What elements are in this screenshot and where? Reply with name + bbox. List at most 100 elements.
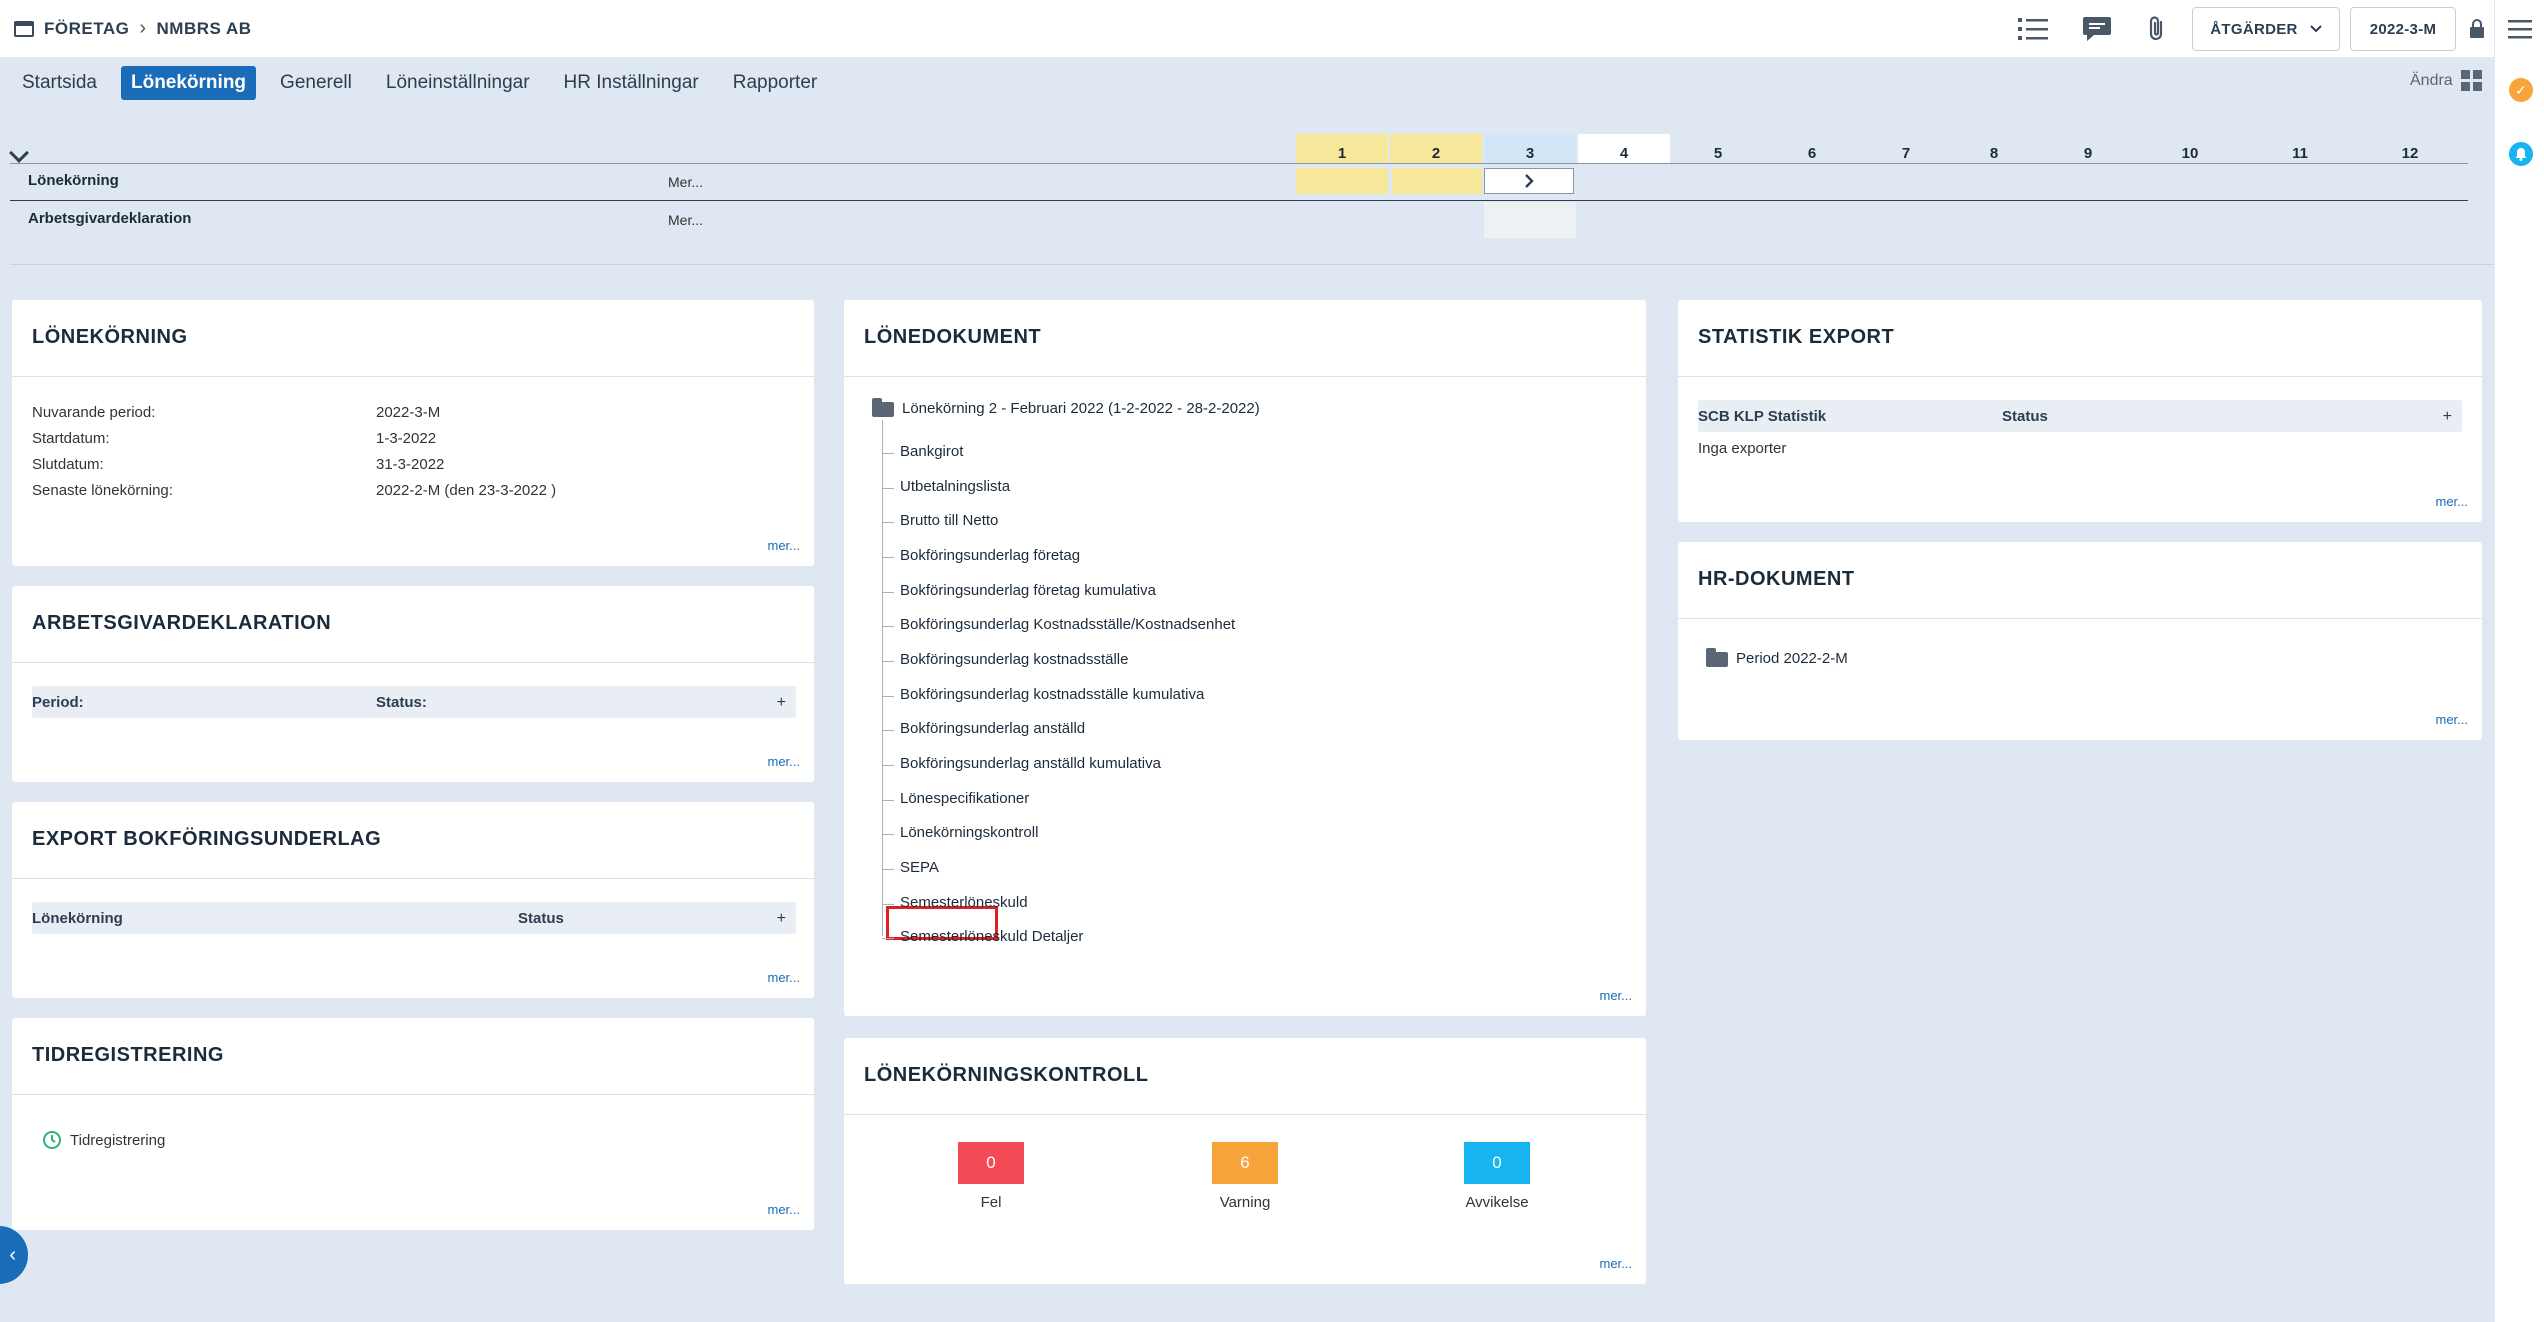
card-title: HR-DOKUMENT <box>1698 568 1855 590</box>
kv-value: 1-3-2022 <box>376 430 437 447</box>
actions-dropdown[interactable]: ÅTGÄRDER <box>2192 7 2340 51</box>
layout-grid-icon <box>2460 70 2482 91</box>
deviation-count-badge[interactable]: 0 <box>1464 1142 1530 1184</box>
document-link[interactable]: Bokföringsunderlag företag kumulativa <box>900 582 1156 599</box>
document-link[interactable]: Bokföringsunderlag företag <box>900 547 1080 564</box>
tree-branch <box>882 834 894 835</box>
more-link[interactable]: mer... <box>2435 712 2468 727</box>
tree-branch <box>882 869 894 870</box>
document-link[interactable]: Bokföringsunderlag anställd kumulativa <box>900 755 1161 772</box>
lonekorning-current-button[interactable] <box>1484 168 1574 194</box>
more-link[interactable]: mer... <box>767 1202 800 1217</box>
empty-state-text: Inga exporter <box>1698 440 1787 457</box>
top-bar: FÖRETAG › NMBRS AB ÅTGÄRDER 2022-3-M <box>0 0 2494 58</box>
more-link[interactable]: mer... <box>1599 988 1632 1003</box>
column-header-status: Status <box>518 910 564 927</box>
month-label: 3 <box>1525 145 1535 162</box>
document-link[interactable]: Semesterlöneskuld Detaljer <box>900 928 1083 945</box>
warning-count-badge[interactable]: 6 <box>1212 1142 1278 1184</box>
error-count-badge[interactable]: 0 <box>958 1142 1024 1184</box>
card-title: EXPORT BOKFÖRINGSUNDERLAG <box>32 828 382 850</box>
breadcrumb-company-name[interactable]: NMBRS AB <box>157 19 252 39</box>
more-link[interactable]: mer... <box>767 970 800 985</box>
tab-lonekorning[interactable]: Lönekörning <box>120 66 257 100</box>
andra-button[interactable]: Ändra <box>2410 70 2483 92</box>
column-header-scb: SCB KLP Statistik <box>1698 408 1827 425</box>
tab-generell[interactable]: Generell <box>270 66 362 100</box>
timeline-row-more-link[interactable]: Mer... <box>668 212 703 228</box>
add-icon[interactable]: + <box>777 694 786 712</box>
add-icon[interactable]: + <box>2443 408 2452 426</box>
more-link[interactable]: mer... <box>2435 494 2468 509</box>
more-link[interactable]: mer... <box>1599 1256 1632 1271</box>
tidregistrering-card: TIDREGISTRERING Tidregistrering mer... <box>12 1018 814 1230</box>
lonekorning-card: LÖNEKÖRNING Nuvarande period: 2022-3-M S… <box>12 300 814 566</box>
document-link-sepa[interactable]: SEPA <box>900 859 939 876</box>
building-icon <box>14 20 34 37</box>
month-label: 12 <box>2401 145 2419 162</box>
more-link[interactable]: mer... <box>767 538 800 553</box>
collapse-chevron-icon[interactable] <box>9 143 29 163</box>
deviation-label: Avvikelse <box>1465 1194 1529 1211</box>
tab-startsida[interactable]: Startsida <box>12 66 107 100</box>
card-title: STATISTIK EXPORT <box>1698 326 1895 348</box>
kv-value: 2022-3-M <box>376 404 441 421</box>
tab-hr-installningar[interactable]: HR Inställningar <box>554 66 709 100</box>
document-link[interactable]: Bokföringsunderlag kostnadsställe kumula… <box>900 686 1204 703</box>
hr-period-folder[interactable]: Period 2022-2-M <box>1706 647 1848 667</box>
document-link[interactable]: Utbetalningslista <box>900 478 1010 495</box>
statistik-export-card: STATISTIK EXPORT SCB KLP Statistik Statu… <box>1678 300 2482 522</box>
check-notification-icon[interactable]: ✓ <box>2509 78 2533 102</box>
tidregistrering-label: Tidregistrering <box>70 1131 166 1149</box>
document-link[interactable]: Semesterlöneskuld <box>900 894 1028 911</box>
export-bokforing-card: EXPORT BOKFÖRINGSUNDERLAG Lönekörning St… <box>12 802 814 998</box>
sidebar-toggle-button[interactable]: ‹ <box>0 1226 28 1284</box>
arbetsgivar-card: ARBETSGIVARDEKLARATION Period: Status: +… <box>12 586 814 782</box>
document-link[interactable]: Lönespecifikationer <box>900 790 1029 807</box>
column-header-status: Status <box>2002 408 2048 425</box>
menu-icon[interactable] <box>2503 12 2537 46</box>
document-link[interactable]: Bokföringsunderlag kostnadsställe <box>900 651 1128 668</box>
month-label: 2 <box>1431 145 1441 162</box>
card-divider <box>12 878 814 879</box>
more-link[interactable]: mer... <box>767 754 800 769</box>
month-label: 5 <box>1713 145 1723 162</box>
tab-loneinstallningar[interactable]: Löneinställningar <box>376 66 540 100</box>
list-icon[interactable] <box>2016 12 2050 46</box>
month-label: 8 <box>1989 145 1999 162</box>
tidregistrering-item[interactable]: Tidregistrering <box>42 1130 165 1150</box>
chat-icon[interactable] <box>2080 12 2114 46</box>
kv-label: Senaste lönekörning: <box>32 482 173 499</box>
column-header-lonekorning: Lönekörning <box>32 910 123 927</box>
tree-branch <box>882 592 894 593</box>
lock-icon[interactable] <box>2460 12 2494 46</box>
clock-icon <box>43 1131 61 1149</box>
table-header: SCB KLP Statistik Status + <box>1698 400 2462 432</box>
month-label: 7 <box>1901 145 1911 162</box>
tab-rapporter[interactable]: Rapporter <box>723 66 828 100</box>
document-link[interactable]: Bankgirot <box>900 443 963 460</box>
lonekorning-month-1-bar[interactable] <box>1296 168 1388 194</box>
month-label: 11 <box>2292 145 2308 162</box>
tree-branch <box>882 522 894 523</box>
timeline-row-more-link[interactable]: Mer... <box>668 174 703 190</box>
add-icon[interactable]: + <box>777 910 786 928</box>
kv-value: 31-3-2022 <box>376 456 445 473</box>
month-label: 9 <box>2083 145 2093 162</box>
arbetsgivar-month-3-cell[interactable] <box>1484 202 1576 238</box>
period-button[interactable]: 2022-3-M <box>2350 7 2456 51</box>
paperclip-icon[interactable] <box>2140 12 2174 46</box>
document-link[interactable]: Brutto till Netto <box>900 512 998 529</box>
chevron-right-icon <box>1525 174 1534 188</box>
tree-branch <box>882 453 894 454</box>
chevron-left-icon: ‹ <box>9 1243 16 1266</box>
document-link[interactable]: Bokföringsunderlag Kostnadsställe/Kostna… <box>900 616 1235 633</box>
document-link[interactable]: Lönekörningskontroll <box>900 824 1038 841</box>
document-link[interactable]: Bokföringsunderlag anställd <box>900 720 1085 737</box>
andra-label: Ändra <box>2410 72 2453 89</box>
lonekorning-month-2-bar[interactable] <box>1392 168 1482 194</box>
folder-label: Period 2022-2-M <box>1736 650 1848 667</box>
breadcrumb-company-label[interactable]: FÖRETAG <box>44 19 129 39</box>
bell-icon[interactable] <box>2509 142 2533 166</box>
payrun-folder[interactable]: Lönekörning 2 - Februari 2022 (1-2-2022 … <box>872 397 1260 417</box>
